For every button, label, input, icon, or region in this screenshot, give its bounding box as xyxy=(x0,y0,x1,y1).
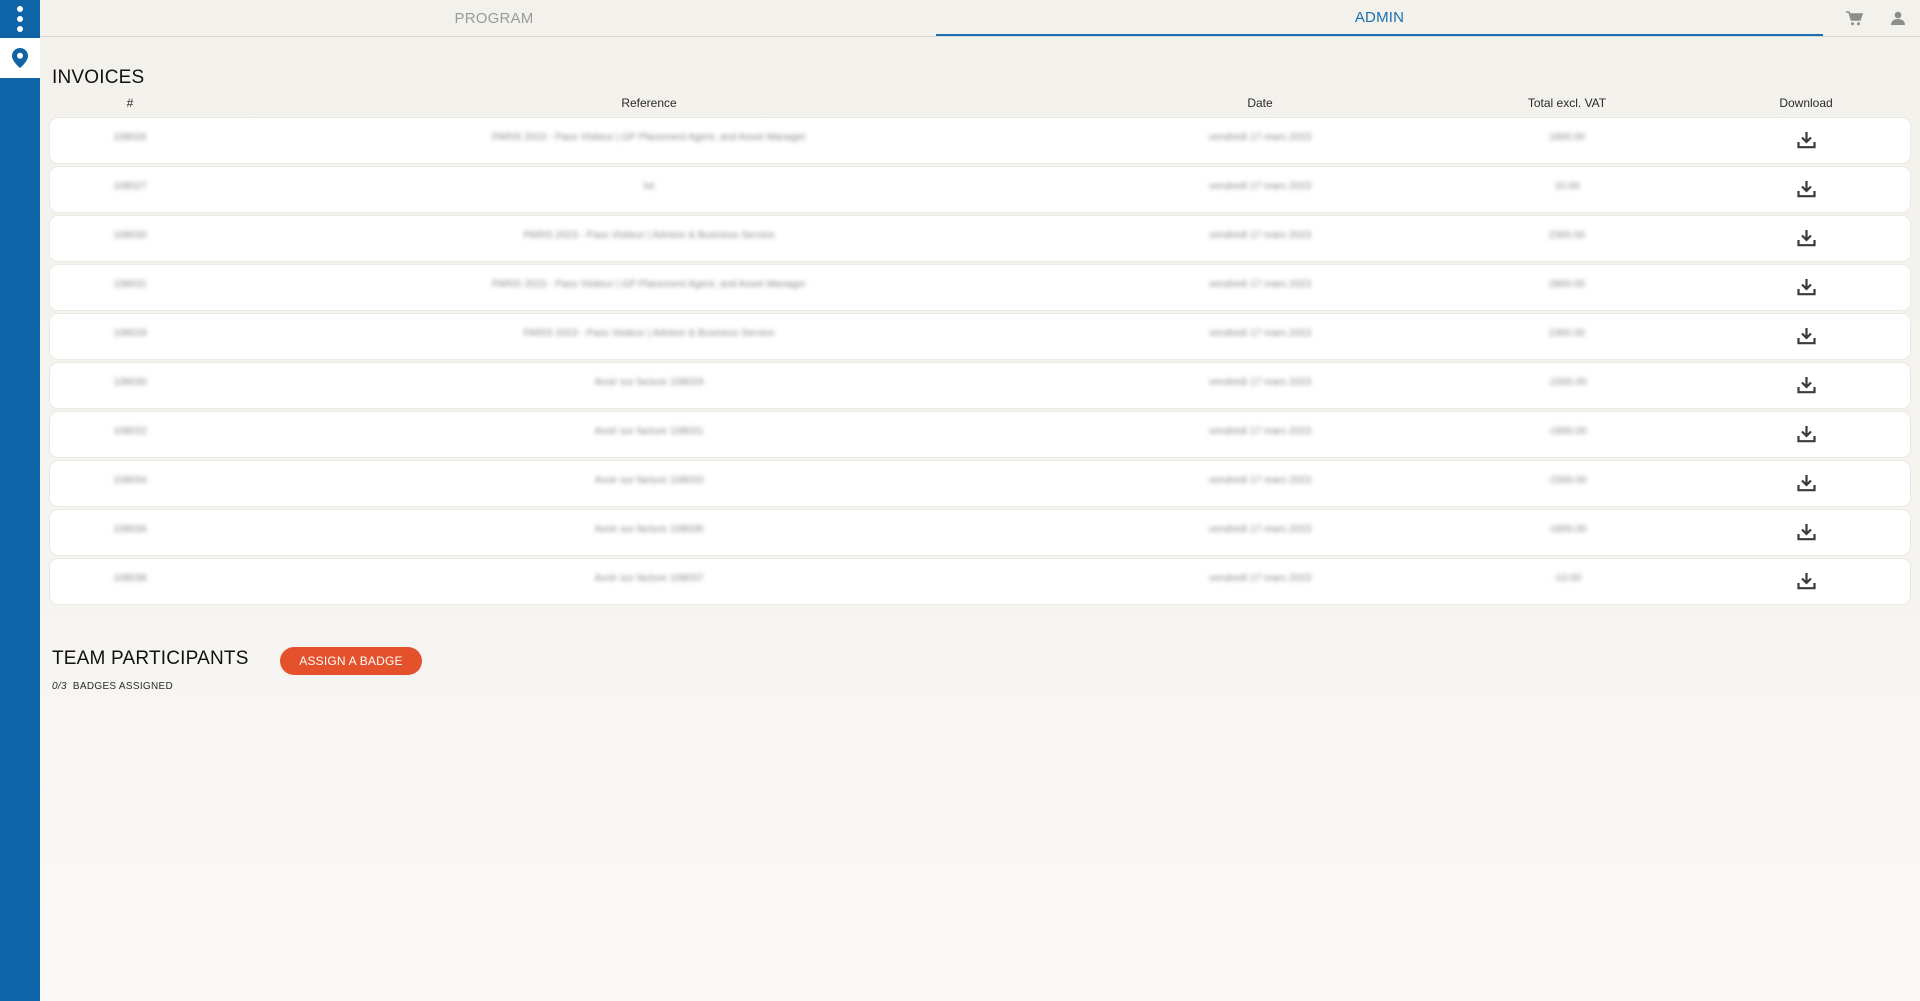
invoice-total: -1800.00 xyxy=(1547,524,1587,535)
badges-assigned-label: BADGES ASSIGNED xyxy=(72,681,173,692)
invoice-date: vendredi 17 mars 2023 xyxy=(1208,328,1312,339)
invoice-number: 108030 xyxy=(113,377,147,388)
invoices-title: INVOICES xyxy=(52,67,145,88)
invoice-date: vendredi 17 mars 2023 xyxy=(1208,132,1312,143)
user-icon xyxy=(1891,11,1905,25)
col-total: Total excl. VAT xyxy=(1527,96,1607,110)
download-button[interactable] xyxy=(1795,129,1817,151)
download-button[interactable] xyxy=(1795,521,1817,543)
invoice-date: vendredi 17 mars 2023 xyxy=(1208,377,1312,388)
invoice-date: vendredi 17 mars 2023 xyxy=(1208,426,1312,437)
download-icon xyxy=(1796,181,1816,198)
team-participants-title: TEAM PARTICIPANTS xyxy=(52,648,249,669)
invoice-date: vendredi 17 mars 2023 xyxy=(1208,279,1312,290)
cart-icon xyxy=(1845,10,1863,25)
invoices-table-header: # Reference Date Total excl. VAT Downloa… xyxy=(50,96,1910,116)
download-button[interactable] xyxy=(1795,178,1817,200)
invoice-reference: PARIS 2023 - Pass Visiteur | GP Placemen… xyxy=(492,279,806,290)
download-button[interactable] xyxy=(1795,374,1817,396)
invoice-row: 108030 Avoir sur facture 108029 vendredi 1… xyxy=(50,363,1910,408)
download-button[interactable] xyxy=(1795,276,1817,298)
invoice-reference: Avoir sur facture 108033 xyxy=(594,475,704,486)
invoice-reference: PARIS 2023 - Pass Visiteur | Advisor & B… xyxy=(523,230,775,241)
invoice-total: -10.00 xyxy=(1552,573,1582,584)
invoice-reference: Avoir sur facture 108035 xyxy=(594,524,704,535)
invoices-table-body: 108026 PARIS 2023 - Pass Visiteur | GP Pl… xyxy=(50,118,1910,608)
assign-badge-button[interactable]: ASSIGN A BADGE xyxy=(280,647,422,675)
invoice-reference: Avoir sur facture 108029 xyxy=(594,377,704,388)
invoice-row: 108032 Avoir sur facture 108031 vendredi 1… xyxy=(50,412,1910,457)
invoice-number: 108031 xyxy=(113,279,147,290)
invoice-row: 108036 Avoir sur facture 108035 vendredi 1… xyxy=(50,510,1910,555)
invoice-total: -2300.00 xyxy=(1547,475,1587,486)
map-pin-icon xyxy=(12,48,28,68)
user-button[interactable] xyxy=(1888,8,1908,28)
invoice-number: 108034 xyxy=(113,475,147,486)
invoice-total: 10.00 xyxy=(1554,181,1580,192)
invoice-number: 108030 xyxy=(113,230,147,241)
more-vertical-icon xyxy=(17,6,23,32)
invoice-date: vendredi 17 mars 2023 xyxy=(1208,181,1312,192)
invoice-row: 108026 PARIS 2023 - Pass Visiteur | GP Pl… xyxy=(50,118,1910,163)
invoice-row: 108038 Avoir sur facture 108037 vendredi 1… xyxy=(50,559,1910,604)
invoice-row: 108029 PARIS 2023 - Pass Visiteur | Advis… xyxy=(50,314,1910,359)
invoice-total: -2300.00 xyxy=(1547,377,1587,388)
download-icon xyxy=(1796,377,1816,394)
download-button[interactable] xyxy=(1795,423,1817,445)
invoice-total: 2300.00 xyxy=(1548,230,1586,241)
invoice-number: 108038 xyxy=(113,573,147,584)
tab-program[interactable]: PROGRAM xyxy=(40,0,948,36)
cart-button[interactable] xyxy=(1844,8,1864,28)
invoice-total: 1800.00 xyxy=(1548,132,1586,143)
invoice-total: 2300.00 xyxy=(1548,328,1586,339)
invoice-date: vendredi 17 mars 2023 xyxy=(1208,524,1312,535)
badges-count: 0/3 xyxy=(52,681,67,692)
invoice-row: 108031 PARIS 2023 - Pass Visiteur | GP Pl… xyxy=(50,265,1910,310)
main-content: INVOICES # Reference Date Total excl. VA… xyxy=(40,38,1920,1001)
invoice-date: vendredi 17 mars 2023 xyxy=(1208,475,1312,486)
col-date: Date xyxy=(1247,96,1273,110)
badges-assigned-status: 0/3 BADGES ASSIGNED xyxy=(52,681,173,692)
invoice-number: 108029 xyxy=(113,328,147,339)
download-icon xyxy=(1796,279,1816,296)
invoice-reference: lot xyxy=(643,181,655,192)
invoice-row: 108034 Avoir sur facture 108033 vendredi 1… xyxy=(50,461,1910,506)
download-button[interactable] xyxy=(1795,325,1817,347)
col-reference: Reference xyxy=(621,96,677,110)
invoice-number: 108032 xyxy=(113,426,147,437)
invoice-total: -1800.00 xyxy=(1547,426,1587,437)
download-icon xyxy=(1796,573,1816,590)
menu-button[interactable] xyxy=(0,0,40,38)
invoice-row: 108030 PARIS 2023 - Pass Visiteur | Advis… xyxy=(50,216,1910,261)
col-download: Download xyxy=(1779,96,1833,110)
download-button[interactable] xyxy=(1795,570,1817,592)
tab-admin[interactable]: ADMIN xyxy=(936,0,1823,36)
invoice-date: vendredi 17 mars 2023 xyxy=(1208,230,1312,241)
invoice-row: 108027 lot vendredi 17 mars 2023 10.00 xyxy=(50,167,1910,212)
invoice-number: 108026 xyxy=(113,132,147,143)
download-icon xyxy=(1796,475,1816,492)
invoice-reference: PARIS 2023 - Pass Visiteur | GP Placemen… xyxy=(492,132,806,143)
left-rail xyxy=(0,0,40,1001)
invoice-date: vendredi 17 mars 2023 xyxy=(1208,573,1312,584)
invoice-reference: PARIS 2023 - Pass Visiteur | Advisor & B… xyxy=(523,328,775,339)
invoice-reference: Avoir sur facture 108031 xyxy=(594,426,704,437)
invoice-number: 108027 xyxy=(113,181,147,192)
invoice-number: 108036 xyxy=(113,524,147,535)
download-button[interactable] xyxy=(1795,227,1817,249)
download-icon xyxy=(1796,524,1816,541)
col-number: # xyxy=(126,96,134,110)
top-nav: PROGRAM ADMIN xyxy=(40,0,1920,37)
location-button[interactable] xyxy=(0,38,40,78)
download-icon xyxy=(1796,230,1816,247)
invoice-total: 2800.00 xyxy=(1548,279,1586,290)
download-icon xyxy=(1796,132,1816,149)
download-icon xyxy=(1796,328,1816,345)
download-icon xyxy=(1796,426,1816,443)
download-button[interactable] xyxy=(1795,472,1817,494)
invoice-reference: Avoir sur facture 108037 xyxy=(594,573,704,584)
